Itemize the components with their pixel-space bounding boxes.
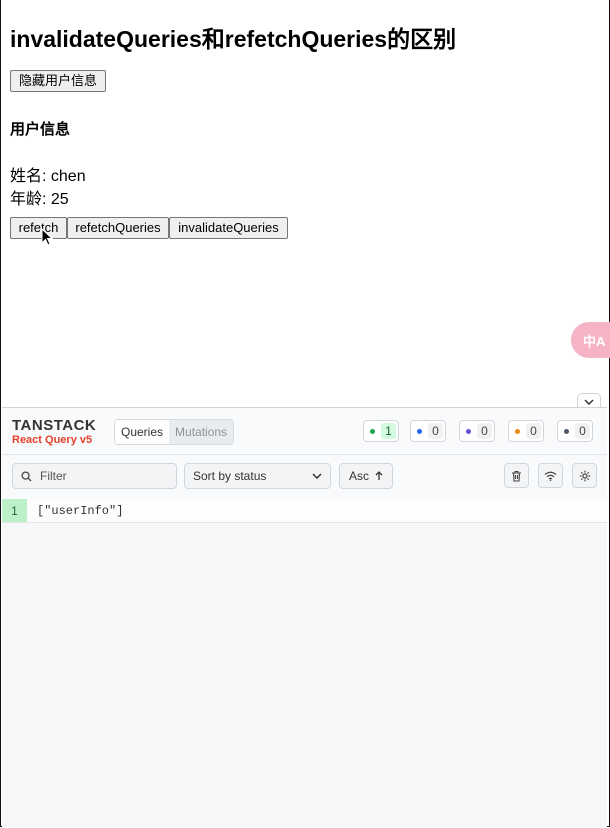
- filter-box: [12, 463, 177, 489]
- status-dot: [370, 428, 375, 434]
- tab-mutations[interactable]: Mutations: [169, 420, 234, 444]
- refetch-queries-button[interactable]: refetchQueries: [67, 217, 169, 239]
- filter-input[interactable]: [38, 468, 162, 484]
- clear-cache-button[interactable]: [504, 463, 529, 488]
- status-count: 0: [575, 423, 590, 439]
- user-name: 姓名: chen: [10, 168, 86, 185]
- tab-queries[interactable]: Queries: [115, 420, 170, 444]
- sort-order-label: Asc: [348, 469, 369, 483]
- offline-toggle-button[interactable]: [538, 463, 563, 488]
- status-count: 0: [526, 423, 541, 439]
- query-key: ["userInfo"]: [37, 503, 124, 518]
- status-inactive[interactable]: 0: [557, 420, 593, 442]
- sort-label: Sort by status: [193, 469, 267, 483]
- query-row[interactable]: 1 ["userInfo"]: [2, 499, 607, 523]
- page-title: invalidateQueries和refetchQueries的区别: [10, 26, 457, 52]
- mouse-cursor-icon: [41, 228, 53, 246]
- section-title: 用户信息: [10, 121, 71, 138]
- devtools-toolbar: Sort by status Asc: [2, 455, 607, 500]
- wifi-icon: [544, 471, 557, 481]
- react-query-version: React Query v5: [12, 434, 93, 446]
- trash-icon: [512, 470, 521, 482]
- status-dot: [466, 428, 471, 434]
- refetch-button[interactable]: refetch: [10, 217, 67, 239]
- observer-count: 1: [2, 499, 27, 522]
- search-icon: [21, 470, 32, 482]
- sort-select[interactable]: Sort by status: [184, 463, 331, 489]
- status-count: 0: [477, 423, 492, 439]
- devtools-header: TANSTACK React Query v5 Queries Mutation…: [2, 408, 607, 455]
- settings-button[interactable]: [572, 463, 597, 488]
- sort-order-button[interactable]: Asc: [339, 463, 393, 489]
- status-stale[interactable]: 0: [508, 420, 544, 442]
- chevron-down-icon: [312, 473, 322, 479]
- status-fetching[interactable]: 0: [410, 420, 446, 442]
- status-dot: [417, 428, 422, 434]
- translate-badge-text: 中A: [583, 333, 606, 349]
- status-dot: [564, 428, 569, 434]
- status-paused[interactable]: 0: [459, 420, 495, 442]
- status-dot: [515, 428, 520, 434]
- arrow-up-icon: [375, 471, 383, 480]
- devtools-panel: TANSTACK React Query v5 Queries Mutation…: [2, 407, 607, 827]
- status-fresh[interactable]: 1: [363, 420, 399, 442]
- chevron-down-icon: [584, 398, 594, 405]
- status-count: 1: [381, 423, 396, 439]
- user-age: 年龄: 25: [10, 191, 69, 208]
- translate-button[interactable]: 中A: [571, 322, 610, 358]
- gear-icon: [579, 470, 590, 481]
- view-switch: Queries Mutations: [114, 419, 235, 445]
- hide-user-info-button[interactable]: 隐藏用户信息: [10, 70, 106, 92]
- status-count: 0: [428, 423, 443, 439]
- invalidate-queries-button[interactable]: invalidateQueries: [169, 217, 288, 239]
- tanstack-logo[interactable]: TANSTACK: [12, 417, 96, 434]
